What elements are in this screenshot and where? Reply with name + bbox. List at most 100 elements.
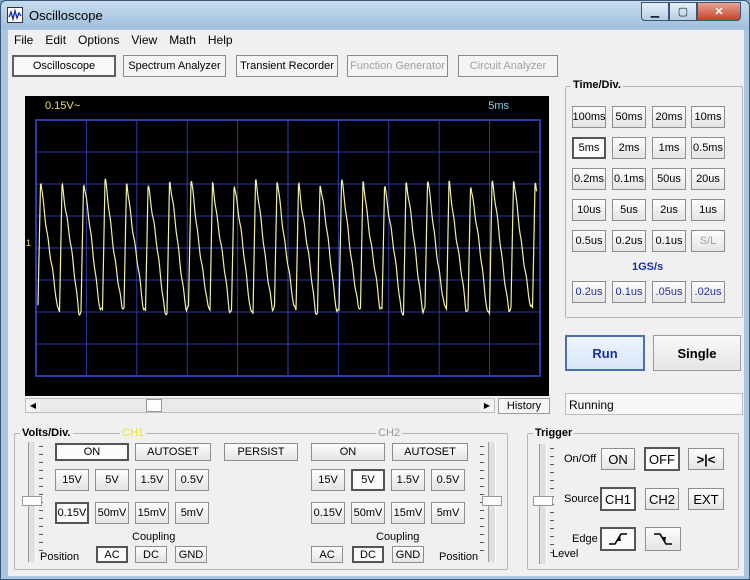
ch1-coupling-ac[interactable]: AC: [96, 546, 128, 563]
tab-spectrum-analyzer[interactable]: Spectrum Analyzer: [123, 55, 226, 77]
single-button[interactable]: Single: [653, 335, 741, 371]
menu-math[interactable]: Math: [163, 30, 202, 51]
ch2-volt-button-5V[interactable]: 5V: [351, 469, 385, 491]
ch2-coupling-ac[interactable]: AC: [311, 546, 343, 563]
timediv-button-5ms[interactable]: 5ms: [572, 137, 606, 159]
trigger-on-button[interactable]: ON: [601, 448, 635, 470]
scope-grid-and-trace: [35, 119, 541, 377]
timediv-button-5us[interactable]: 5us: [612, 199, 646, 221]
run-button[interactable]: Run: [565, 335, 645, 371]
ch1-on-button[interactable]: ON: [55, 443, 129, 461]
channel-marker: 1: [26, 238, 32, 248]
oscilloscope-window: Oscilloscope ▁ ▢ ✕ File Edit Options Vie…: [0, 0, 750, 580]
timediv-button-20ms[interactable]: 20ms: [652, 106, 686, 128]
ch1-volt-button-0-15V[interactable]: 0.15V: [55, 502, 89, 524]
timediv-button-0-2us[interactable]: 0.2us: [612, 230, 646, 252]
ch2-autoset-button[interactable]: AUTOSET: [392, 443, 468, 461]
tab-transient-recorder[interactable]: Transient Recorder: [236, 55, 338, 77]
trigger-source-label: Source: [564, 493, 599, 505]
ch1-coupling-dc[interactable]: DC: [135, 546, 167, 563]
menu-file[interactable]: File: [8, 30, 39, 51]
ch1-volt-button-0-5V[interactable]: 0.5V: [175, 469, 209, 491]
time-readout: 5ms: [488, 100, 509, 112]
timediv-button-10us[interactable]: 10us: [572, 199, 606, 221]
trigger-falling-edge-button[interactable]: [645, 527, 681, 551]
ch2-volt-button-1-5V[interactable]: 1.5V: [391, 469, 425, 491]
timediv-button-50us[interactable]: 50us: [652, 168, 686, 190]
falling-edge-icon: [654, 533, 672, 545]
tab-function-generator[interactable]: Function Generator: [347, 55, 448, 77]
persist-button[interactable]: PERSIST: [224, 443, 298, 461]
scroll-thumb[interactable]: [146, 399, 162, 412]
window-title: Oscilloscope: [29, 8, 103, 23]
scroll-right-icon[interactable]: ▶: [480, 399, 494, 412]
fast-time-button-3[interactable]: .02us: [691, 281, 725, 303]
timediv-button-0-2ms[interactable]: 0.2ms: [572, 168, 606, 190]
timediv-button-0-5ms[interactable]: 0.5ms: [691, 137, 725, 159]
ch1-coupling-label: Coupling: [132, 531, 176, 543]
timediv-button-100ms[interactable]: 100ms: [572, 106, 606, 128]
timediv-button-20us[interactable]: 20us: [691, 168, 725, 190]
ch1-volt-button-50mV[interactable]: 50mV: [95, 502, 129, 524]
trigger-slider-thumb[interactable]: [533, 496, 553, 506]
ch2-coupling-gnd[interactable]: GND: [392, 546, 424, 563]
ch1-autoset-button[interactable]: AUTOSET: [135, 443, 211, 461]
timediv-button-S-L[interactable]: S/L: [691, 230, 725, 252]
ch2-volt-button-15mV[interactable]: 15mV: [391, 502, 425, 524]
ch1-volt-button-15mV[interactable]: 15mV: [135, 502, 169, 524]
time-div-title: Time/Div.: [571, 79, 623, 91]
horizontal-scrollbar[interactable]: ◀ ▶: [25, 398, 495, 413]
tab-oscilloscope[interactable]: Oscilloscope: [12, 55, 116, 77]
ch2-slider-thumb[interactable]: [482, 496, 502, 506]
trigger-source-ext[interactable]: EXT: [688, 488, 724, 510]
trigger-marker-button[interactable]: >|<: [688, 448, 724, 470]
tab-circuit-analyzer[interactable]: Circuit Analyzer: [458, 55, 558, 77]
menu-options[interactable]: Options: [72, 30, 125, 51]
ch1-volt-button-1-5V[interactable]: 1.5V: [135, 469, 169, 491]
trigger-source-ch1[interactable]: CH1: [600, 487, 636, 511]
volts-div-title: Volts/Div.: [20, 427, 73, 439]
ch2-volt-button-5mV[interactable]: 5mV: [431, 502, 465, 524]
trigger-rising-edge-button[interactable]: [600, 527, 636, 551]
timediv-button-50ms[interactable]: 50ms: [612, 106, 646, 128]
window-controls: ▁ ▢ ✕: [641, 2, 741, 22]
fast-time-button-0[interactable]: 0.2us: [572, 281, 606, 303]
fast-time-button-1[interactable]: 0.1us: [612, 281, 646, 303]
minimize-icon: ▁: [650, 6, 660, 18]
ch2-volt-button-15V[interactable]: 15V: [311, 469, 345, 491]
menu-view[interactable]: View: [125, 30, 163, 51]
timediv-button-2ms[interactable]: 2ms: [612, 137, 646, 159]
scroll-left-icon[interactable]: ◀: [26, 399, 40, 412]
ch2-on-button[interactable]: ON: [311, 443, 385, 461]
timediv-button-10ms[interactable]: 10ms: [691, 106, 725, 128]
maximize-button[interactable]: ▢: [669, 2, 697, 21]
minimize-button[interactable]: ▁: [641, 2, 669, 21]
timediv-button-0-5us[interactable]: 0.5us: [572, 230, 606, 252]
timediv-button-0-1us[interactable]: 0.1us: [652, 230, 686, 252]
fast-time-button-2[interactable]: .05us: [652, 281, 686, 303]
trigger-source-ch2[interactable]: CH2: [645, 488, 679, 510]
timediv-button-0-1ms[interactable]: 0.1ms: [612, 168, 646, 190]
ch1-volt-button-5mV[interactable]: 5mV: [175, 502, 209, 524]
menu-bar: File Edit Options View Math Help: [8, 30, 744, 51]
ch1-label: CH1: [120, 427, 147, 439]
timediv-button-1us[interactable]: 1us: [691, 199, 725, 221]
rising-edge-icon: [609, 533, 627, 545]
ch2-volt-button-0-5V[interactable]: 0.5V: [431, 469, 465, 491]
menu-help[interactable]: Help: [202, 30, 239, 51]
ch2-volt-button-0-15V[interactable]: 0.15V: [311, 502, 345, 524]
ch1-volt-button-5V[interactable]: 5V: [95, 469, 129, 491]
timediv-button-2us[interactable]: 2us: [652, 199, 686, 221]
scope-display: 0.15V~ 5ms 1: [25, 96, 549, 396]
close-button[interactable]: ✕: [697, 2, 741, 21]
menu-edit[interactable]: Edit: [39, 30, 72, 51]
ch1-slider-thumb[interactable]: [22, 496, 42, 506]
history-button[interactable]: History: [498, 398, 550, 414]
ch2-coupling-dc[interactable]: DC: [352, 546, 384, 563]
timediv-button-1ms[interactable]: 1ms: [652, 137, 686, 159]
ch1-coupling-gnd[interactable]: GND: [175, 546, 207, 563]
trigger-off-button[interactable]: OFF: [644, 447, 680, 471]
ch2-volt-button-50mV[interactable]: 50mV: [351, 502, 385, 524]
ch1-volt-button-15V[interactable]: 15V: [55, 469, 89, 491]
trigger-level-label: Level: [552, 548, 579, 560]
